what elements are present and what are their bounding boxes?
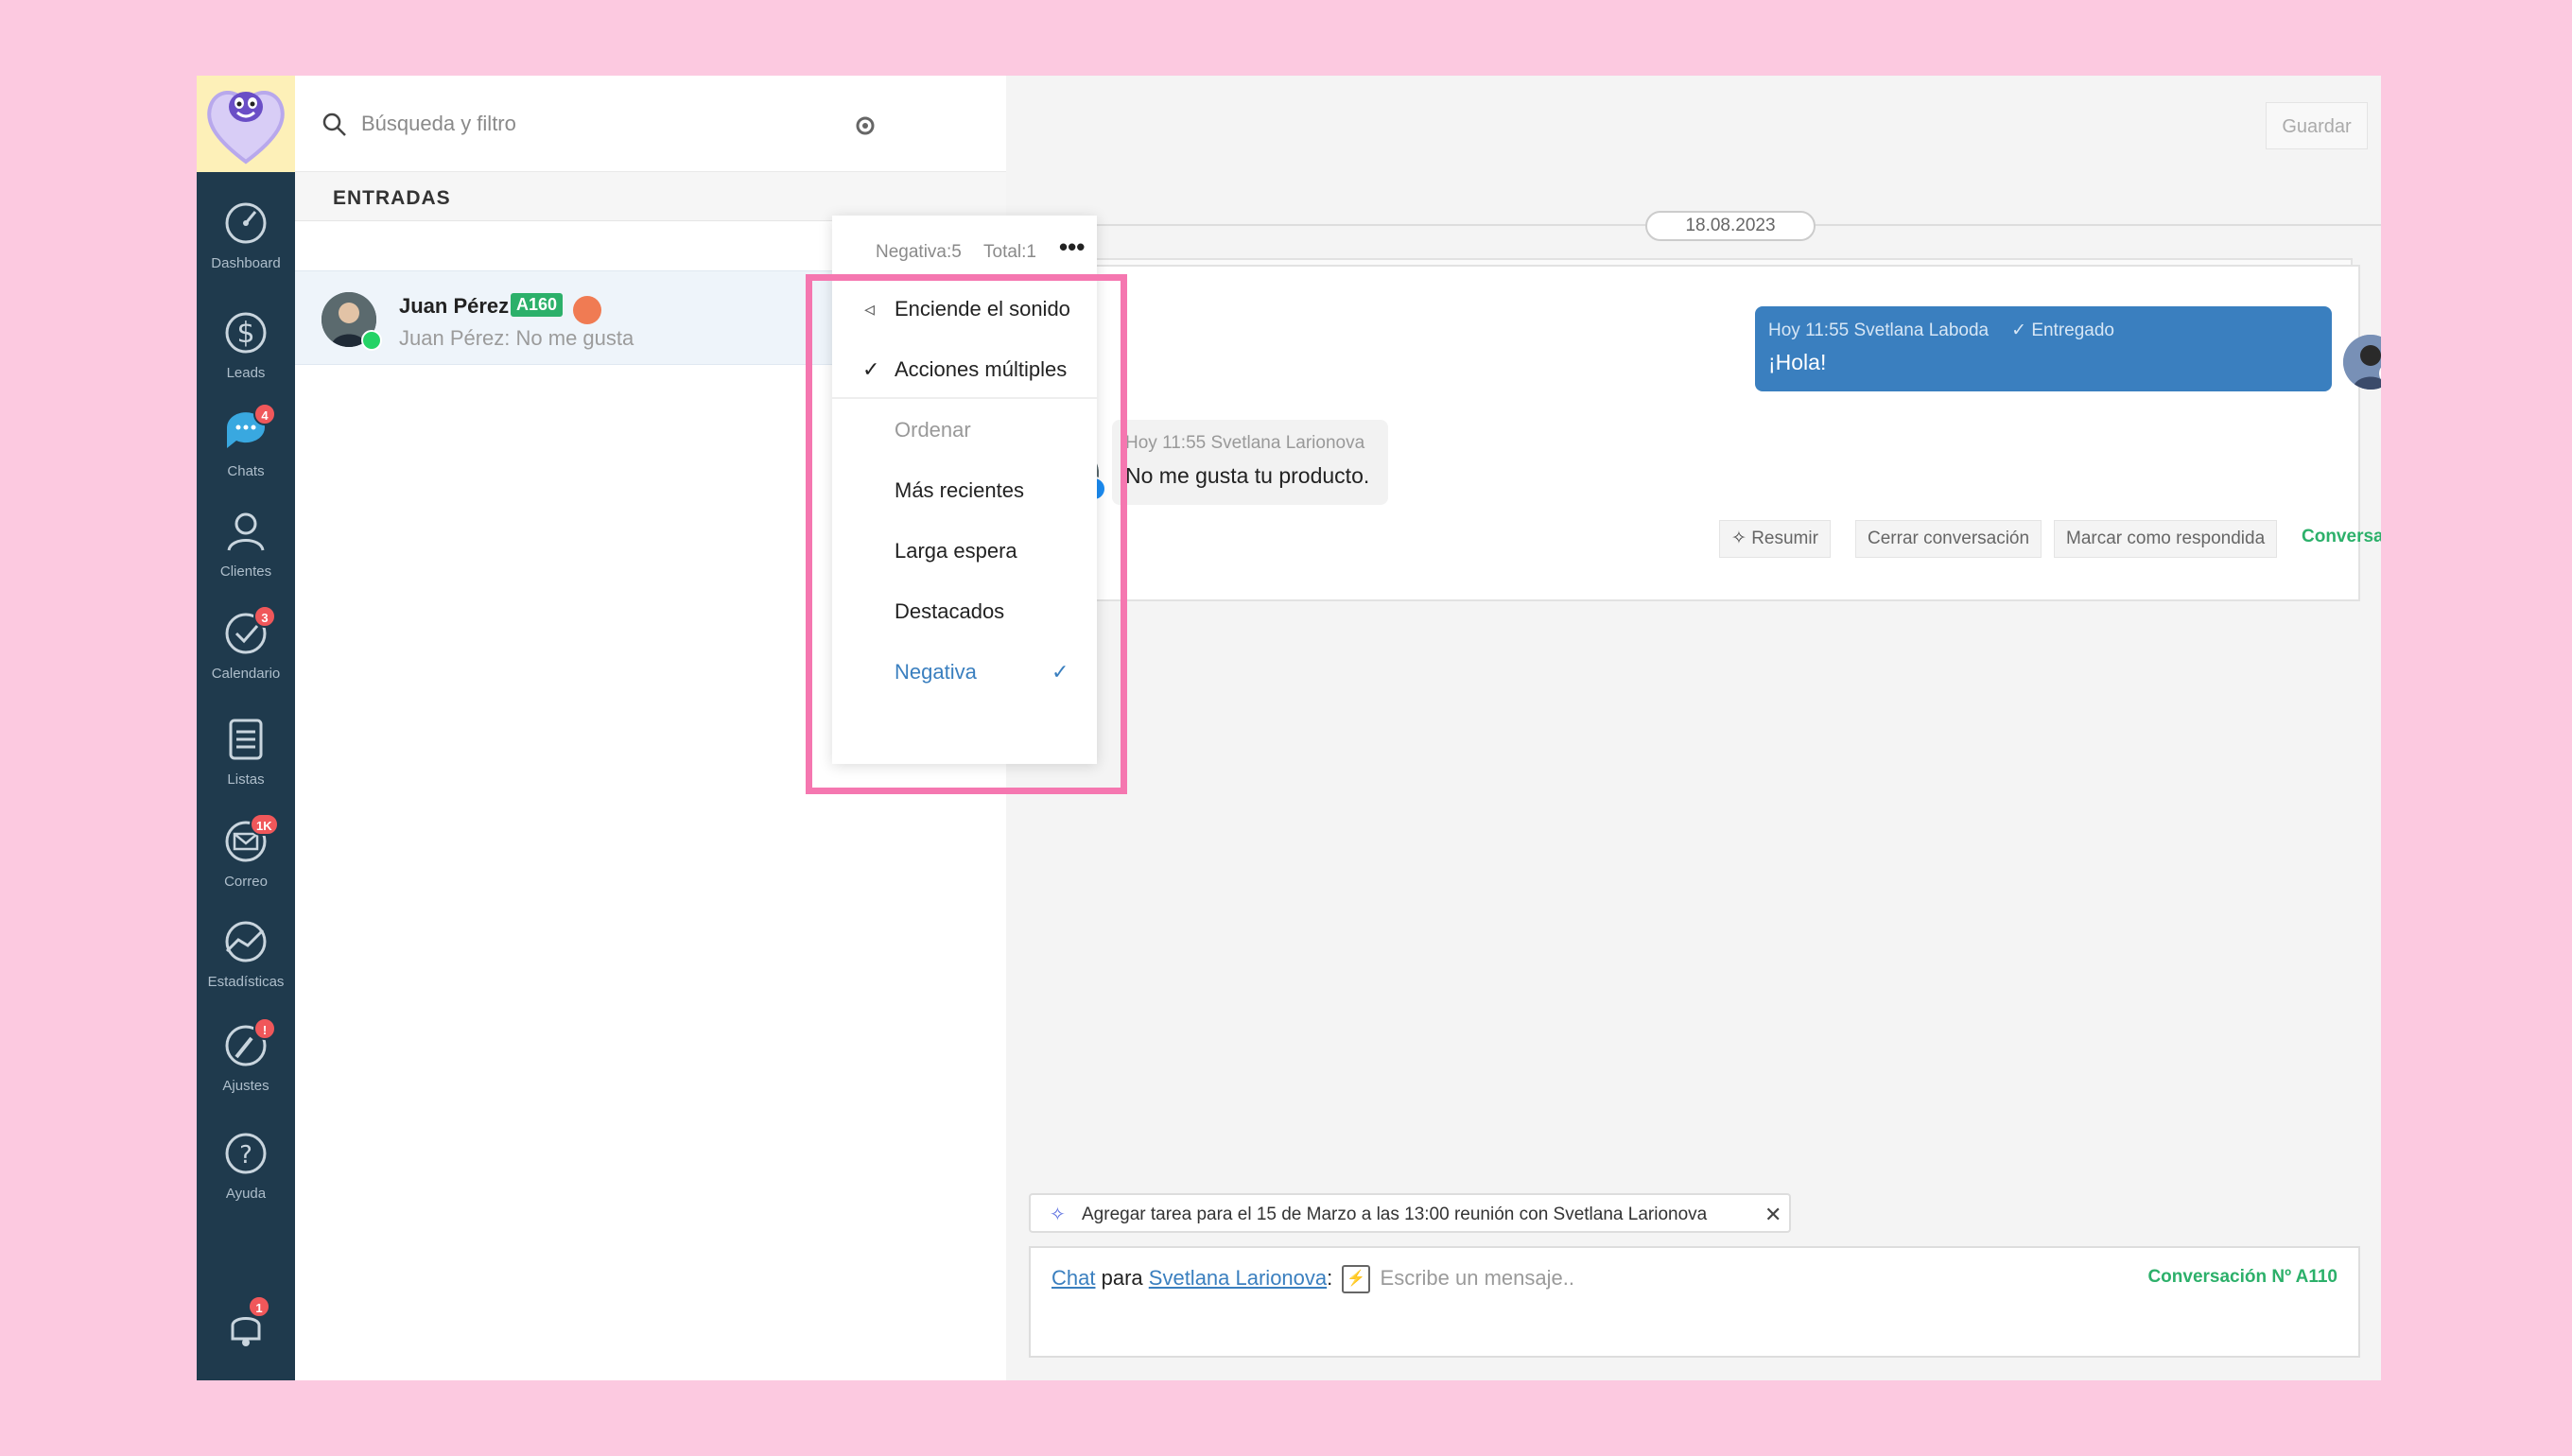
nav-item-notifications[interactable]: 1 <box>197 1295 295 1380</box>
message-outgoing: Hoy 11:55 Svetlana Laboda ✓ Entregado ¡Ho… <box>1755 306 2332 391</box>
suggestion-text: Agregar tarea para el 15 de Marzo a las … <box>1082 1205 1708 1224</box>
composer-line: Chat para Svetlana Larionova: ⚡ Escribe … <box>1051 1265 1574 1293</box>
dropdown-counters: Negativa:5 Total:1 ••• <box>832 216 1097 278</box>
nav-label: Clientes <box>219 563 272 580</box>
search-bar[interactable]: Búsqueda y filtro <box>295 76 1006 172</box>
lightning-icon[interactable]: ⚡ <box>1342 1265 1371 1293</box>
search-icon <box>322 113 346 136</box>
para-text: para <box>1101 1265 1143 1290</box>
mark-answered-button[interactable]: Marcar como respondida <box>2054 520 2278 558</box>
nav-item-leads[interactable]: $ Leads <box>197 306 295 405</box>
gear-icon[interactable] <box>853 113 878 138</box>
svg-text:$: $ <box>236 317 254 350</box>
close-conversation-button[interactable]: Cerrar conversación <box>1855 520 2042 558</box>
nav-label: Ajustes <box>222 1078 269 1094</box>
inbox-header: ENTRADAS <box>295 172 1006 221</box>
app-logo[interactable] <box>197 76 295 172</box>
delivered-check-icon: ✓ <box>2011 321 2027 340</box>
nav-item-ajustes[interactable]: Ajustes ! <box>197 1017 295 1118</box>
message-text: No me gusta tu producto. <box>1125 463 1370 488</box>
more-icon[interactable]: ••• <box>1059 233 1085 262</box>
nav-label: Dashboard <box>211 255 281 271</box>
search-input[interactable]: Búsqueda y filtro <box>361 112 516 136</box>
date-pill: 18.08.2023 <box>1645 211 1816 241</box>
sparkle-icon: ✧ <box>1731 529 1747 548</box>
ai-suggestion[interactable]: ✧ Agregar tarea para el 15 de Marzo a la… <box>1029 1193 1791 1233</box>
nav-label: Ayuda <box>225 1186 267 1202</box>
nav-label: Estadísticas <box>207 974 285 990</box>
settings-badge: ! <box>253 1017 276 1040</box>
dashboard-icon <box>225 202 267 244</box>
notifications-badge: 1 <box>248 1295 270 1318</box>
nav-label: Correo <box>224 874 268 890</box>
stats-icon <box>225 921 267 962</box>
delivery-status: Entregado <box>2031 321 2114 340</box>
nav-label: Chats <box>227 463 265 479</box>
calendar-badge: 3 <box>253 605 276 628</box>
negativa-counter: Negativa:5 <box>876 242 962 262</box>
contact-name: Juan Pérez <box>399 294 510 318</box>
nav-label: Calendario <box>211 666 281 682</box>
heart-logo-icon <box>207 91 285 165</box>
nav-label: Leads <box>226 365 266 381</box>
composer-conversation-link[interactable]: Conversación Nº A110 <box>2147 1267 2337 1288</box>
close-icon[interactable]: ✕ <box>1764 1203 1781 1227</box>
help-icon: ? <box>225 1133 267 1174</box>
message-composer[interactable]: Chat para Svetlana Larionova: ⚡ Escribe … <box>1029 1246 2360 1358</box>
nav-item-clientes[interactable]: Clientes <box>197 505 295 603</box>
nav-item-dashboard[interactable]: Dashboard <box>197 197 295 295</box>
svg-text:?: ? <box>239 1141 252 1170</box>
nav-item-ayuda[interactable]: ? Ayuda <box>197 1127 295 1225</box>
highlight-frame <box>806 274 1127 794</box>
recipient-link[interactable]: Svetlana Larionova <box>1149 1266 1327 1290</box>
clients-icon <box>227 512 265 551</box>
nav-item-listas[interactable]: Listas <box>197 713 295 811</box>
save-button[interactable]: Guardar <box>2266 102 2368 149</box>
chat-main: Guardar 18.08.2023 Hoy 11:55 Svetlana La… <box>1006 76 2381 1380</box>
total-counter: Total:1 <box>983 242 1036 262</box>
inbox-title: ENTRADAS <box>333 187 451 209</box>
angry-face-icon <box>573 296 601 324</box>
summarize-label: Resumir <box>1751 529 1818 548</box>
mail-badge: 1K <box>250 813 279 836</box>
nav-item-calendario[interactable]: Calendario 3 <box>197 605 295 705</box>
dollar-icon: $ <box>225 312 267 354</box>
message-meta: Hoy 11:55 Svetlana Laboda ✓ Entregado <box>1768 320 2114 341</box>
message-meta: Hoy 11:55 Svetlana Larionova <box>1125 433 1365 453</box>
message-meta-text: Hoy 11:55 Svetlana Laboda <box>1768 321 1990 340</box>
channel-link[interactable]: Chat <box>1051 1266 1095 1290</box>
nav-label: Listas <box>227 771 265 788</box>
sparkle-icon: ✧ <box>1050 1205 1066 1225</box>
sidebar-nav: Dashboard $ Leads Chats 4 Clientes Calen… <box>197 76 295 1380</box>
nav-item-correo[interactable]: Correo 1K <box>197 813 295 913</box>
deal-tag: A160 <box>511 293 564 317</box>
chat-preview: Juan Pérez: No me gusta <box>399 326 634 350</box>
chats-badge: 4 <box>253 403 276 425</box>
message-text: ¡Hola! <box>1768 350 1827 374</box>
app-window: Dashboard $ Leads Chats 4 Clientes Calen… <box>197 76 2381 1380</box>
message-incoming: Hoy 11:55 Svetlana Larionova No me gusta… <box>1112 420 1388 505</box>
message-input[interactable]: Escribe un mensaje.. <box>1381 1266 1574 1290</box>
whatsapp-icon <box>361 330 382 351</box>
list-icon <box>229 719 263 760</box>
nav-item-estadisticas[interactable]: Estadísticas <box>197 915 295 1014</box>
conversation-link[interactable]: Conversación Nº A100 <box>2302 527 2381 547</box>
summarize-button[interactable]: ✧ Resumir <box>1719 520 1831 558</box>
nav-item-chats[interactable]: Chats 4 <box>197 403 295 503</box>
colon-text: : <box>1327 1265 1333 1290</box>
